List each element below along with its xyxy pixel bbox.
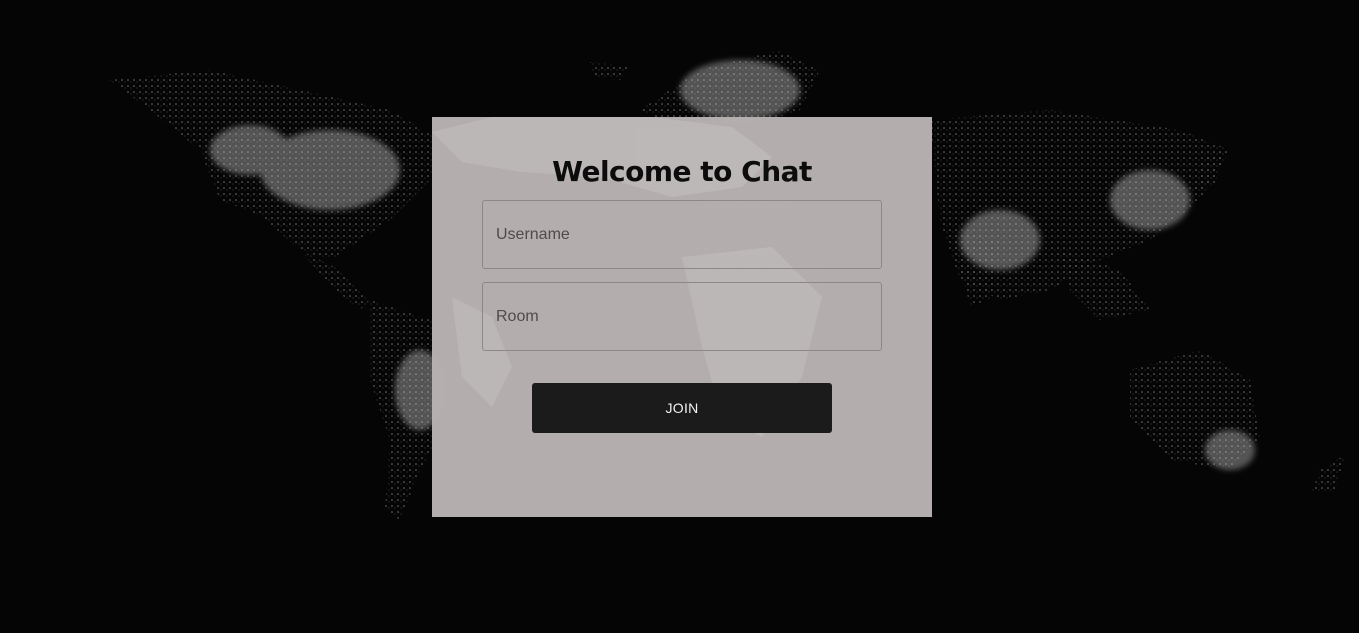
page-title: Welcome to Chat bbox=[552, 155, 812, 188]
login-card: Welcome to Chat JOIN bbox=[432, 117, 932, 517]
username-input[interactable] bbox=[482, 200, 882, 269]
join-button[interactable]: JOIN bbox=[532, 383, 832, 433]
room-input[interactable] bbox=[482, 282, 882, 351]
